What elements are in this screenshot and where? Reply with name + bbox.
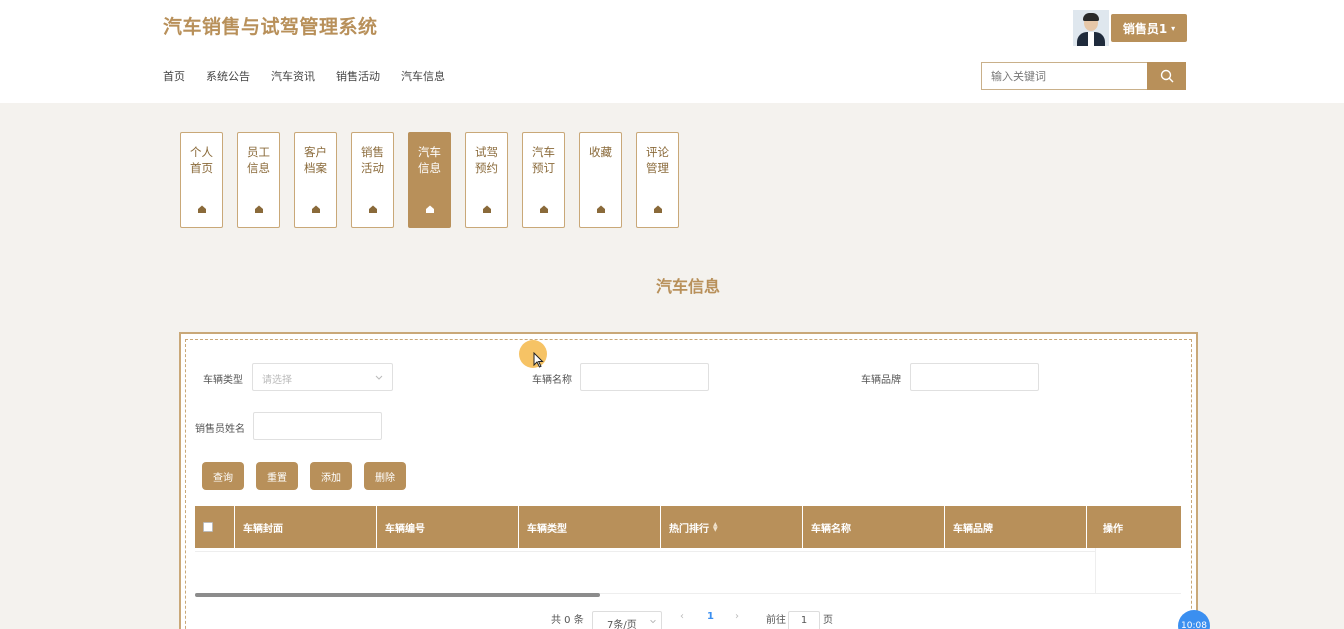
chevron-down-icon: ▾	[1171, 23, 1176, 33]
total-count: 共 0 条	[551, 615, 584, 626]
horizontal-scrollbar[interactable]	[195, 593, 600, 597]
tile-label: 个人	[190, 145, 213, 159]
reset-button[interactable]: 重置	[256, 462, 298, 490]
tile-label: 试驾	[475, 145, 498, 159]
vehicle-type-placeholder: 请选择	[262, 375, 292, 386]
vehicle-brand-input[interactable]	[910, 363, 1039, 391]
tile-sales-activities[interactable]: 销售 活动	[351, 132, 394, 228]
nav-item-car-news[interactable]: 汽车资讯	[271, 68, 315, 84]
column-header: 车辆类型	[519, 506, 661, 548]
tile-label: 收藏	[589, 145, 612, 159]
vehicle-name-input[interactable]	[580, 363, 709, 391]
sort-icon[interactable]: ▲ ▼	[713, 522, 718, 533]
nav-item-sales-activities[interactable]: 销售活动	[336, 68, 380, 84]
add-button[interactable]: 添加	[310, 462, 352, 490]
column-header: 车辆编号	[377, 506, 519, 548]
select-all-cell	[195, 506, 235, 548]
home-icon	[654, 205, 662, 213]
tile-personal-home[interactable]: 个人 首页	[180, 132, 223, 228]
tile-label: 信息	[418, 161, 441, 175]
user-menu[interactable]: 销售员1 ▾	[1073, 10, 1187, 46]
tile-label: 客户	[304, 145, 327, 159]
home-icon	[312, 205, 320, 213]
avatar	[1073, 10, 1109, 46]
salesperson-label: 销售员姓名	[195, 424, 245, 435]
home-icon	[483, 205, 491, 213]
tile-comment-management[interactable]: 评论 管理	[636, 132, 679, 228]
nav-item-home[interactable]: 首页	[163, 68, 185, 84]
next-page-icon[interactable]: ›	[735, 611, 739, 622]
delete-button[interactable]: 删除	[364, 462, 406, 490]
tile-label: 首页	[190, 161, 213, 175]
home-icon	[540, 205, 548, 213]
tile-label: 评论	[646, 145, 669, 159]
tile-customer-files[interactable]: 客户 档案	[294, 132, 337, 228]
page-suffix: 页	[823, 615, 833, 626]
vehicle-brand-label: 车辆品牌	[861, 375, 901, 386]
home-icon	[255, 205, 263, 213]
tile-label: 员工	[247, 145, 270, 159]
tile-label: 预约	[475, 161, 498, 175]
tile-label: 档案	[304, 161, 327, 175]
chevron-down-icon	[650, 619, 656, 624]
home-icon	[597, 205, 605, 213]
page-size-value: 7条/页	[607, 620, 637, 629]
vehicle-type-select[interactable]: 请选择	[252, 363, 393, 391]
nav-item-announcements[interactable]: 系统公告	[206, 68, 250, 84]
tile-label: 信息	[247, 161, 270, 175]
menu-tiles: 个人 首页 员工 信息 客户 档案 销售 活动 汽车 信息 试驾 预约 汽车 预…	[180, 132, 679, 228]
vehicle-name-label: 车辆名称	[532, 375, 572, 386]
goto-page-input[interactable]: 1	[788, 611, 820, 629]
top-bar: 汽车销售与试驾管理系统 首页 系统公告 汽车资讯 销售活动 汽车信息 销售员1 …	[0, 0, 1344, 103]
tile-favorites[interactable]: 收藏	[579, 132, 622, 228]
home-icon	[426, 205, 434, 213]
column-header-label: 热门排行	[669, 523, 709, 535]
tile-label: 汽车	[532, 145, 555, 159]
tile-car-reservation[interactable]: 汽车 预订	[522, 132, 565, 228]
goto-label: 前往	[766, 615, 786, 626]
page-number-current[interactable]: 1	[707, 611, 714, 622]
divider	[195, 551, 1095, 552]
float-time: 10:08	[1181, 621, 1207, 629]
table-body	[195, 548, 1181, 594]
search-input[interactable]	[981, 62, 1147, 90]
app-title: 汽车销售与试驾管理系统	[163, 16, 378, 38]
page-size-select[interactable]: 7条/页	[592, 611, 662, 629]
column-header: 车辆品牌	[945, 506, 1087, 548]
divider	[1095, 548, 1096, 594]
search-bar	[981, 62, 1186, 90]
table-header: 车辆封面 车辆编号 车辆类型 热门排行 ▲ ▼ 车辆名称 车辆品牌 操作	[195, 506, 1181, 548]
select-all-checkbox[interactable]	[203, 522, 213, 532]
tile-label: 销售	[361, 145, 384, 159]
column-header: 车辆名称	[803, 506, 945, 548]
tile-label: 汽车	[418, 145, 441, 159]
home-icon	[369, 205, 377, 213]
column-header-sortable[interactable]: 热门排行 ▲ ▼	[661, 506, 803, 548]
home-icon	[198, 205, 206, 213]
tile-employee-info[interactable]: 员工 信息	[237, 132, 280, 228]
page-title: 汽车信息	[655, 277, 720, 296]
tile-label: 活动	[361, 161, 384, 175]
salesperson-input[interactable]	[253, 412, 382, 440]
tile-label: 管理	[646, 161, 669, 175]
user-dropdown-button[interactable]: 销售员1 ▾	[1111, 14, 1187, 42]
floating-clock-button[interactable]: 10:08	[1178, 610, 1210, 629]
tile-car-info[interactable]: 汽车 信息	[408, 132, 451, 228]
vehicle-type-label: 车辆类型	[203, 375, 243, 386]
query-button[interactable]: 查询	[202, 462, 244, 490]
column-header: 操作	[1103, 523, 1123, 535]
prev-page-icon[interactable]: ‹	[680, 611, 684, 622]
nav-item-car-info[interactable]: 汽车信息	[401, 68, 445, 84]
tile-label: 预订	[532, 161, 555, 175]
tile-test-drive-booking[interactable]: 试驾 预约	[465, 132, 508, 228]
chevron-down-icon	[375, 375, 383, 380]
main-nav: 首页 系统公告 汽车资讯 销售活动 汽车信息	[163, 68, 445, 84]
user-name: 销售员1	[1122, 21, 1168, 36]
cursor-icon	[533, 352, 544, 368]
search-icon	[1160, 69, 1173, 83]
search-button[interactable]	[1147, 62, 1186, 90]
column-header: 车辆封面	[235, 506, 377, 548]
